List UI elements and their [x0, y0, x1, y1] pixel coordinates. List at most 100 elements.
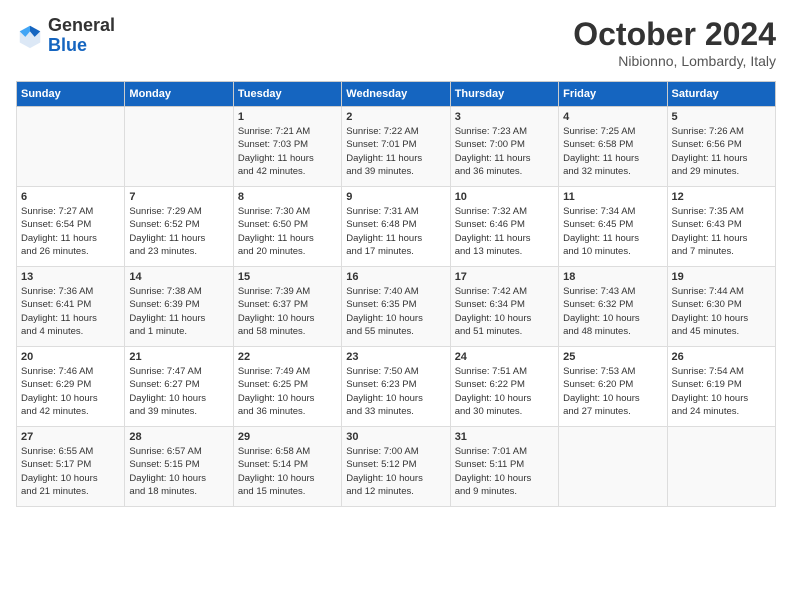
calendar-cell: 24 Sunrise: 7:51 AM Sunset: 6:22 PM Dayli…	[450, 347, 558, 427]
day-info: Sunrise: 7:32 AM Sunset: 6:46 PM Dayligh…	[455, 205, 554, 258]
location-text: Nibionno, Lombardy, Italy	[573, 53, 776, 69]
calendar-cell: 28Sunrise: 6:57 AM Sunset: 5:15 PM Dayli…	[125, 427, 233, 507]
calendar-cell: 29 Sunrise: 6:58 AM Sunset: 5:14 PM Dayli…	[233, 427, 341, 507]
day-number: 20	[21, 351, 120, 363]
calendar-cell: 22 Sunrise: 7:49 AM Sunset: 6:25 PM Dayli…	[233, 347, 341, 427]
calendar-cell: 27Sunrise: 6:55 AM Sunset: 5:17 PM Dayli…	[17, 427, 125, 507]
day-number: 31	[455, 431, 554, 443]
col-header-tuesday: Tuesday	[233, 82, 341, 107]
day-number: 5	[672, 111, 771, 123]
calendar-cell: 20 Sunrise: 7:46 AM Sunset: 6:29 PM Dayli…	[17, 347, 125, 427]
logo: General Blue	[16, 16, 115, 56]
day-number: 26	[672, 351, 771, 363]
day-info: Sunrise: 7:34 AM Sunset: 6:45 PM Dayligh…	[563, 205, 662, 258]
calendar-cell: 25 Sunrise: 7:53 AM Sunset: 6:20 PM Dayli…	[559, 347, 667, 427]
day-number: 19	[672, 271, 771, 283]
logo-icon	[16, 22, 44, 50]
day-info: Sunrise: 7:26 AM Sunset: 6:56 PM Dayligh…	[672, 125, 771, 178]
calendar-cell: 5 Sunrise: 7:26 AM Sunset: 6:56 PM Daylig…	[667, 107, 775, 187]
calendar-cell: 19Sunrise: 7:44 AM Sunset: 6:30 PM Dayli…	[667, 267, 775, 347]
day-info: Sunrise: 7:30 AM Sunset: 6:50 PM Dayligh…	[238, 205, 337, 258]
day-number: 2	[346, 111, 445, 123]
calendar-body: 1 Sunrise: 7:21 AM Sunset: 7:03 PM Daylig…	[17, 107, 776, 507]
day-number: 24	[455, 351, 554, 363]
calendar-cell: 21Sunrise: 7:47 AM Sunset: 6:27 PM Dayli…	[125, 347, 233, 427]
day-number: 21	[129, 351, 228, 363]
day-info: Sunrise: 6:57 AM Sunset: 5:15 PM Dayligh…	[129, 445, 228, 498]
day-info: Sunrise: 7:46 AM Sunset: 6:29 PM Dayligh…	[21, 365, 120, 418]
week-row-2: 6Sunrise: 7:27 AM Sunset: 6:54 PM Daylig…	[17, 187, 776, 267]
day-info: Sunrise: 7:51 AM Sunset: 6:22 PM Dayligh…	[455, 365, 554, 418]
day-info: Sunrise: 7:36 AM Sunset: 6:41 PM Dayligh…	[21, 285, 120, 338]
day-info: Sunrise: 7:35 AM Sunset: 6:43 PM Dayligh…	[672, 205, 771, 258]
day-info: Sunrise: 7:21 AM Sunset: 7:03 PM Dayligh…	[238, 125, 337, 178]
calendar-table: SundayMondayTuesdayWednesdayThursdayFrid…	[16, 81, 776, 507]
day-info: Sunrise: 7:38 AM Sunset: 6:39 PM Dayligh…	[129, 285, 228, 338]
week-row-3: 13 Sunrise: 7:36 AM Sunset: 6:41 PM Dayli…	[17, 267, 776, 347]
week-row-5: 27Sunrise: 6:55 AM Sunset: 5:17 PM Dayli…	[17, 427, 776, 507]
calendar-cell: 16 Sunrise: 7:40 AM Sunset: 6:35 PM Dayli…	[342, 267, 450, 347]
day-number: 25	[563, 351, 662, 363]
month-title: October 2024	[573, 16, 776, 53]
calendar-cell: 17Sunrise: 7:42 AM Sunset: 6:34 PM Dayli…	[450, 267, 558, 347]
day-number: 3	[455, 111, 554, 123]
day-info: Sunrise: 7:22 AM Sunset: 7:01 PM Dayligh…	[346, 125, 445, 178]
calendar-cell: 26 Sunrise: 7:54 AM Sunset: 6:19 PM Dayli…	[667, 347, 775, 427]
calendar-cell: 7Sunrise: 7:29 AM Sunset: 6:52 PM Daylig…	[125, 187, 233, 267]
calendar-cell: 14 Sunrise: 7:38 AM Sunset: 6:39 PM Dayli…	[125, 267, 233, 347]
day-info: Sunrise: 7:39 AM Sunset: 6:37 PM Dayligh…	[238, 285, 337, 338]
calendar-cell: 6Sunrise: 7:27 AM Sunset: 6:54 PM Daylig…	[17, 187, 125, 267]
day-number: 15	[238, 271, 337, 283]
day-info: Sunrise: 7:53 AM Sunset: 6:20 PM Dayligh…	[563, 365, 662, 418]
day-number: 18	[563, 271, 662, 283]
calendar-cell: 15 Sunrise: 7:39 AM Sunset: 6:37 PM Dayli…	[233, 267, 341, 347]
day-number: 6	[21, 191, 120, 203]
day-info: Sunrise: 7:31 AM Sunset: 6:48 PM Dayligh…	[346, 205, 445, 258]
day-number: 4	[563, 111, 662, 123]
day-number: 14	[129, 271, 228, 283]
day-info: Sunrise: 7:01 AM Sunset: 5:11 PM Dayligh…	[455, 445, 554, 498]
calendar-header: SundayMondayTuesdayWednesdayThursdayFrid…	[17, 82, 776, 107]
calendar-cell: 13 Sunrise: 7:36 AM Sunset: 6:41 PM Dayli…	[17, 267, 125, 347]
day-number: 1	[238, 111, 337, 123]
logo-blue-text: Blue	[48, 36, 115, 56]
day-info: Sunrise: 7:23 AM Sunset: 7:00 PM Dayligh…	[455, 125, 554, 178]
day-number: 7	[129, 191, 228, 203]
calendar-cell: 8 Sunrise: 7:30 AM Sunset: 6:50 PM Daylig…	[233, 187, 341, 267]
day-number: 11	[563, 191, 662, 203]
calendar-cell: 1 Sunrise: 7:21 AM Sunset: 7:03 PM Daylig…	[233, 107, 341, 187]
day-number: 29	[238, 431, 337, 443]
calendar-cell: 4 Sunrise: 7:25 AM Sunset: 6:58 PM Daylig…	[559, 107, 667, 187]
logo-general-text: General	[48, 16, 115, 36]
col-header-friday: Friday	[559, 82, 667, 107]
day-number: 9	[346, 191, 445, 203]
col-header-sunday: Sunday	[17, 82, 125, 107]
day-info: Sunrise: 7:25 AM Sunset: 6:58 PM Dayligh…	[563, 125, 662, 178]
calendar-cell	[559, 427, 667, 507]
calendar-cell: 12 Sunrise: 7:35 AM Sunset: 6:43 PM Dayli…	[667, 187, 775, 267]
day-info: Sunrise: 7:40 AM Sunset: 6:35 PM Dayligh…	[346, 285, 445, 338]
day-number: 8	[238, 191, 337, 203]
col-header-thursday: Thursday	[450, 82, 558, 107]
day-info: Sunrise: 7:50 AM Sunset: 6:23 PM Dayligh…	[346, 365, 445, 418]
day-info: Sunrise: 6:58 AM Sunset: 5:14 PM Dayligh…	[238, 445, 337, 498]
day-info: Sunrise: 7:43 AM Sunset: 6:32 PM Dayligh…	[563, 285, 662, 338]
day-info: Sunrise: 7:49 AM Sunset: 6:25 PM Dayligh…	[238, 365, 337, 418]
calendar-cell: 3 Sunrise: 7:23 AM Sunset: 7:00 PM Daylig…	[450, 107, 558, 187]
day-number: 16	[346, 271, 445, 283]
calendar-cell: 11 Sunrise: 7:34 AM Sunset: 6:45 PM Dayli…	[559, 187, 667, 267]
day-info: Sunrise: 7:54 AM Sunset: 6:19 PM Dayligh…	[672, 365, 771, 418]
day-number: 23	[346, 351, 445, 363]
day-number: 13	[21, 271, 120, 283]
calendar-cell: 9 Sunrise: 7:31 AM Sunset: 6:48 PM Daylig…	[342, 187, 450, 267]
day-number: 12	[672, 191, 771, 203]
calendar-cell: 30Sunrise: 7:00 AM Sunset: 5:12 PM Dayli…	[342, 427, 450, 507]
col-header-wednesday: Wednesday	[342, 82, 450, 107]
day-number: 30	[346, 431, 445, 443]
day-number: 22	[238, 351, 337, 363]
calendar-cell	[667, 427, 775, 507]
week-row-4: 20 Sunrise: 7:46 AM Sunset: 6:29 PM Dayli…	[17, 347, 776, 427]
calendar-cell	[17, 107, 125, 187]
day-number: 27	[21, 431, 120, 443]
col-header-saturday: Saturday	[667, 82, 775, 107]
